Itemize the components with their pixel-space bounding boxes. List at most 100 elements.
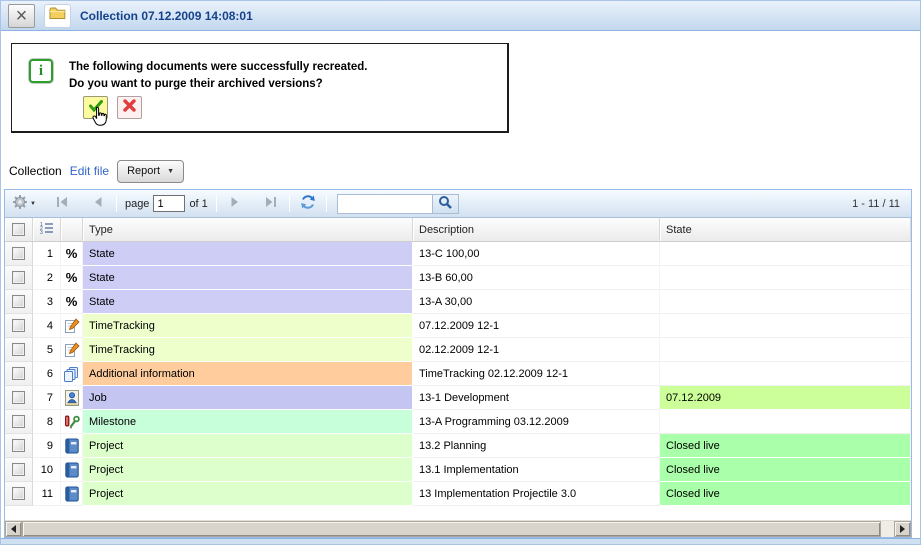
settings-gear-button[interactable]: ▼ xyxy=(12,194,36,214)
cell-description[interactable]: 13 Implementation Projectile 3.0 xyxy=(413,482,660,506)
row-checkbox[interactable] xyxy=(12,271,25,284)
edit-file-link[interactable]: Edit file xyxy=(70,164,109,178)
last-page-button[interactable] xyxy=(261,194,281,214)
cell-type[interactable]: Project xyxy=(83,458,413,482)
refresh-button[interactable] xyxy=(298,194,318,214)
cell-description[interactable]: 02.12.2009 12-1 xyxy=(413,338,660,362)
row-checkbox[interactable] xyxy=(12,319,25,332)
cell-type[interactable]: Job xyxy=(83,386,413,410)
last-page-icon xyxy=(263,195,279,212)
grid-body: 1%State13-C 100,002%State13-B 60,003%Sta… xyxy=(5,242,911,506)
horizontal-scrollbar[interactable] xyxy=(5,520,911,537)
cell-description[interactable]: 07.12.2009 12-1 xyxy=(413,314,660,338)
cell-state[interactable] xyxy=(660,242,911,266)
table-row[interactable]: 11Project13 Implementation Projectile 3.… xyxy=(5,482,911,506)
percent-icon: % xyxy=(61,242,83,266)
row-checkbox-cell[interactable] xyxy=(5,458,33,482)
cell-state[interactable]: Closed live xyxy=(660,482,911,506)
cell-description[interactable]: 13-B 60,00 xyxy=(413,266,660,290)
scroll-left-button[interactable] xyxy=(5,521,22,537)
cell-state[interactable] xyxy=(660,362,911,386)
cell-description[interactable]: TimeTracking 02.12.2009 12-1 xyxy=(413,362,660,386)
report-dropdown-button[interactable]: Report ▼ xyxy=(117,160,184,183)
refresh-icon xyxy=(300,194,316,213)
cell-description[interactable]: 13-A 30,00 xyxy=(413,290,660,314)
table-row[interactable]: 8Milestone13-A Programming 03.12.2009 xyxy=(5,410,911,434)
cell-type[interactable]: State xyxy=(83,266,413,290)
no-button[interactable] xyxy=(117,96,142,119)
cell-description[interactable]: 13-C 100,00 xyxy=(413,242,660,266)
table-row[interactable]: 9Project13.2 PlanningClosed live xyxy=(5,434,911,458)
column-header-description[interactable]: Description xyxy=(413,218,660,241)
close-button[interactable]: × xyxy=(8,4,35,28)
folder-button[interactable] xyxy=(44,4,71,28)
table-row[interactable]: 2%State13-B 60,00 xyxy=(5,266,911,290)
row-checkbox[interactable] xyxy=(12,439,25,452)
cell-state[interactable] xyxy=(660,266,911,290)
collection-label: Collection xyxy=(9,164,62,178)
row-checkbox[interactable] xyxy=(12,247,25,260)
cell-type[interactable]: State xyxy=(83,290,413,314)
record-range-label: 1 - 11 / 11 xyxy=(852,198,900,210)
row-checkbox-cell[interactable] xyxy=(5,386,33,410)
cell-type[interactable]: State xyxy=(83,242,413,266)
table-row[interactable]: 7Job13-1 Development07.12.2009 xyxy=(5,386,911,410)
row-checkbox[interactable] xyxy=(12,415,25,428)
row-checkbox[interactable] xyxy=(12,391,25,404)
cell-state[interactable] xyxy=(660,314,911,338)
row-checkbox-cell[interactable] xyxy=(5,434,33,458)
row-checkbox[interactable] xyxy=(12,463,25,476)
select-all-checkbox[interactable] xyxy=(12,223,25,236)
scroll-right-button[interactable] xyxy=(894,521,911,537)
scrollbar-thumb[interactable] xyxy=(22,521,881,537)
row-checkbox[interactable] xyxy=(12,367,25,380)
row-checkbox-cell[interactable] xyxy=(5,314,33,338)
row-checkbox-cell[interactable] xyxy=(5,266,33,290)
table-row[interactable]: 3%State13-A 30,00 xyxy=(5,290,911,314)
yes-button[interactable] xyxy=(83,96,108,119)
next-page-button[interactable] xyxy=(225,194,245,214)
row-checkbox[interactable] xyxy=(12,343,25,356)
page-label: page xyxy=(125,198,149,210)
select-all-header[interactable] xyxy=(5,218,33,241)
table-row[interactable]: 4TimeTracking07.12.2009 12-1 xyxy=(5,314,911,338)
cell-state[interactable] xyxy=(660,290,911,314)
cell-description[interactable]: 13.1 Implementation xyxy=(413,458,660,482)
cell-type[interactable]: TimeTracking xyxy=(83,338,413,362)
cell-state[interactable]: Closed live xyxy=(660,434,911,458)
cell-type[interactable]: Additional information xyxy=(83,362,413,386)
prev-page-button[interactable] xyxy=(88,194,108,214)
cell-description[interactable]: 13-1 Development xyxy=(413,386,660,410)
cell-state[interactable]: 07.12.2009 xyxy=(660,386,911,410)
cell-type[interactable]: TimeTracking xyxy=(83,314,413,338)
cell-description[interactable]: 13.2 Planning xyxy=(413,434,660,458)
cell-state[interactable] xyxy=(660,410,911,434)
row-checkbox-cell[interactable] xyxy=(5,290,33,314)
row-checkbox[interactable] xyxy=(12,487,25,500)
search-button[interactable] xyxy=(432,195,458,213)
table-row[interactable]: 1%State13-C 100,00 xyxy=(5,242,911,266)
row-checkbox-cell[interactable] xyxy=(5,482,33,506)
row-checkbox[interactable] xyxy=(12,295,25,308)
search-input[interactable] xyxy=(338,195,432,213)
book-icon xyxy=(61,482,83,506)
first-page-button[interactable] xyxy=(52,194,72,214)
cell-state[interactable] xyxy=(660,338,911,362)
table-row[interactable]: 6Additional informationTimeTracking 02.1… xyxy=(5,362,911,386)
column-header-state[interactable]: State xyxy=(660,218,911,241)
cross-icon xyxy=(123,99,136,117)
row-checkbox-cell[interactable] xyxy=(5,242,33,266)
row-checkbox-cell[interactable] xyxy=(5,338,33,362)
cell-type[interactable]: Milestone xyxy=(83,410,413,434)
cell-type[interactable]: Project xyxy=(83,434,413,458)
page-input[interactable] xyxy=(153,195,185,212)
table-row[interactable]: 10Project13.1 ImplementationClosed live xyxy=(5,458,911,482)
table-row[interactable]: 5TimeTracking02.12.2009 12-1 xyxy=(5,338,911,362)
row-checkbox-cell[interactable] xyxy=(5,410,33,434)
column-header-type[interactable]: Type xyxy=(83,218,413,241)
svg-text:3: 3 xyxy=(40,230,43,235)
cell-description[interactable]: 13-A Programming 03.12.2009 xyxy=(413,410,660,434)
cell-state[interactable]: Closed live xyxy=(660,458,911,482)
row-checkbox-cell[interactable] xyxy=(5,362,33,386)
cell-type[interactable]: Project xyxy=(83,482,413,506)
